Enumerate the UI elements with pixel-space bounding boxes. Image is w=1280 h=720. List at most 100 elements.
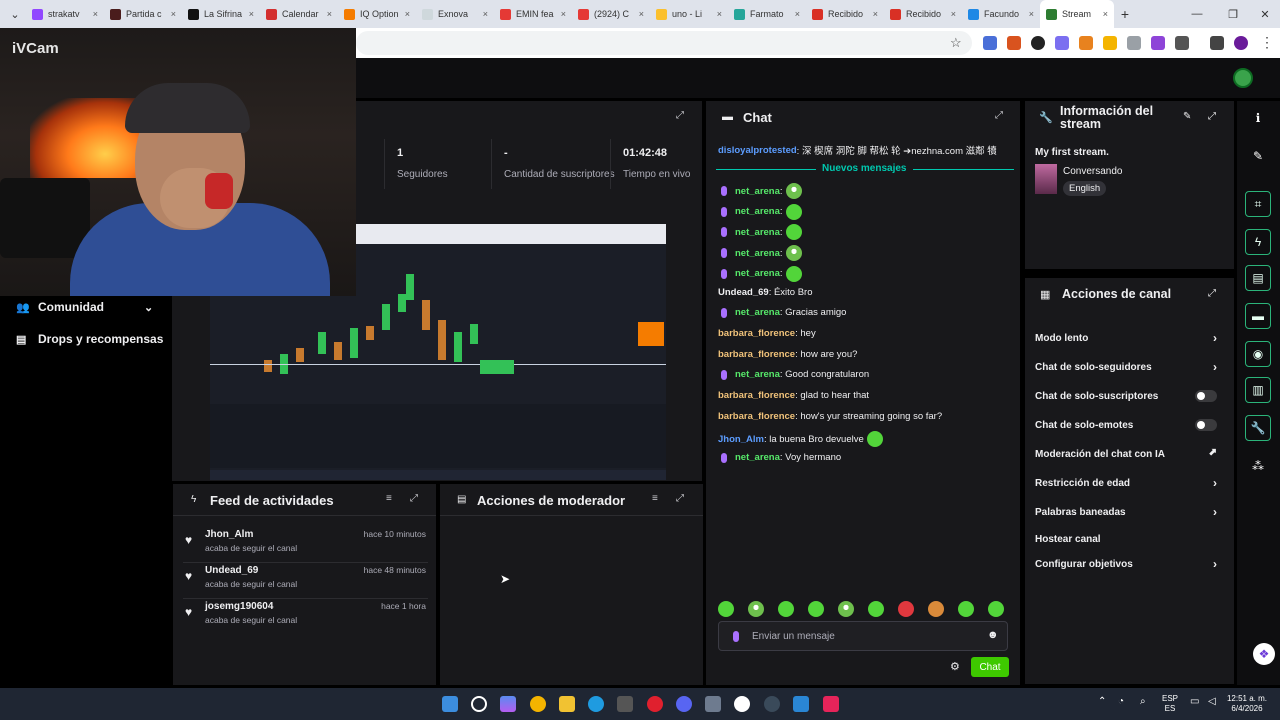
chat-username[interactable]: net_arena	[735, 307, 780, 318]
new-tab-button[interactable]: +	[1114, 6, 1136, 22]
chat-settings-gear-icon[interactable]: ⚙	[950, 660, 960, 673]
tab-close-icon[interactable]: ×	[171, 9, 176, 19]
tab-close-icon[interactable]: ×	[639, 9, 644, 19]
popout-icon[interactable]: ⤢	[676, 493, 688, 505]
lightning-icon[interactable]: ϟ	[1245, 229, 1271, 255]
browser-tab[interactable]: uno - Li ×	[650, 0, 728, 28]
edit-pencil-icon[interactable]: ✎	[1245, 143, 1271, 169]
browser-tab[interactable]: (2924) C ×	[572, 0, 650, 28]
tiktok-icon[interactable]	[823, 696, 839, 712]
feed-item[interactable]: ♥ Jhon_Alm acaba de seguir el canal hace 10…	[183, 527, 428, 563]
chat-emote[interactable]	[785, 224, 802, 241]
browser-tab[interactable]: Farmato ×	[728, 0, 806, 28]
browser-tab[interactable]: Stream ×	[1040, 0, 1114, 28]
tab-close-icon[interactable]: ×	[795, 9, 800, 19]
popout-icon[interactable]: ⤢	[995, 110, 1007, 122]
close-window-button[interactable]: ✕	[1248, 0, 1280, 28]
copilot-icon[interactable]	[500, 696, 516, 712]
chat-username[interactable]: disloyalprotested	[718, 145, 797, 156]
popout-icon[interactable]: ⤢	[410, 493, 422, 505]
chat-emote[interactable]	[785, 183, 802, 199]
chat-icon[interactable]: ▬	[1245, 303, 1271, 329]
chat-username[interactable]: net_arena	[735, 452, 780, 463]
chat-username[interactable]: barbara_florence	[718, 349, 795, 360]
shield-icon[interactable]	[1127, 36, 1141, 50]
tab-close-icon[interactable]: ×	[1029, 9, 1034, 19]
extension-icon[interactable]	[1007, 36, 1021, 50]
emote-button[interactable]	[778, 601, 794, 617]
chat-username[interactable]: barbara_florence	[718, 328, 795, 339]
tab-close-icon[interactable]: ×	[249, 9, 254, 19]
monitor-icon[interactable]: ▭	[1190, 696, 1199, 707]
emote-button[interactable]	[808, 601, 824, 617]
tab-search-icon[interactable]: ⌄	[4, 3, 26, 25]
app-icon[interactable]	[793, 696, 809, 712]
folder-icon[interactable]	[559, 696, 575, 712]
emote-button[interactable]	[928, 601, 944, 617]
app-icon[interactable]	[764, 696, 780, 712]
filter-icon[interactable]: ≡	[386, 493, 398, 505]
emote-button[interactable]	[958, 601, 974, 617]
tab-close-icon[interactable]: ×	[873, 9, 878, 19]
tab-close-icon[interactable]: ×	[405, 9, 410, 19]
chevron-up-icon[interactable]: ⌃	[1098, 696, 1106, 707]
microphone-icon[interactable]: ⌕	[1140, 696, 1146, 707]
edge-icon[interactable]	[588, 696, 604, 712]
chat-username[interactable]: net_arena	[735, 227, 780, 238]
nav-item-drops[interactable]: ▤ Drops y recompensas	[16, 332, 163, 346]
calculator-icon[interactable]	[705, 696, 721, 712]
emote-button[interactable]	[748, 601, 764, 617]
bookmark-star-icon[interactable]: ☆	[950, 35, 962, 51]
filter-icon[interactable]: ≡	[652, 493, 664, 505]
popout-icon[interactable]: ⤢	[1208, 288, 1216, 299]
emote-button[interactable]	[898, 601, 914, 617]
chat-username[interactable]: net_arena	[735, 268, 780, 279]
browser-tab[interactable]: Recibido ×	[806, 0, 884, 28]
search-icon[interactable]	[471, 696, 487, 712]
layout-icon[interactable]: ▥	[1245, 377, 1271, 403]
chat-username[interactable]: net_arena	[735, 248, 780, 259]
tab-close-icon[interactable]: ×	[561, 9, 566, 19]
chat-username[interactable]: barbara_florence	[718, 390, 795, 401]
browser-tab[interactable]: Partida c ×	[104, 0, 182, 28]
browser-tab[interactable]: La Sifrina ×	[182, 0, 260, 28]
channel-action-row[interactable]: Modo lento ›	[1035, 331, 1225, 345]
more-menu-icon[interactable]: ⋮	[1260, 34, 1274, 51]
edit-pencil-icon[interactable]: ✎	[1183, 111, 1191, 122]
obs-icon[interactable]	[734, 696, 750, 712]
minimize-button[interactable]: —	[1180, 0, 1214, 28]
browser-tab[interactable]: EMIN fea ×	[494, 0, 572, 28]
channel-action-row[interactable]: Hostear canal	[1035, 534, 1225, 545]
channel-action-row[interactable]: Chat de solo-seguidores ›	[1035, 360, 1225, 374]
opera-icon[interactable]	[647, 696, 663, 712]
metamask-icon[interactable]	[1079, 36, 1093, 50]
chat-input[interactable]: Enviar un mensaje ☻	[718, 621, 1008, 651]
broadcast-icon[interactable]: ◉	[1245, 341, 1271, 367]
translate-extension-icon[interactable]	[983, 36, 997, 50]
puzzle-icon[interactable]	[1175, 36, 1189, 50]
reading-list-icon[interactable]	[1210, 36, 1224, 50]
emote-button[interactable]	[718, 601, 734, 617]
chat-username[interactable]: net_arena	[735, 369, 780, 380]
chrome-icon[interactable]	[530, 696, 546, 712]
chat-send-button[interactable]: Chat	[971, 657, 1009, 677]
nav-item-comunidad[interactable]: 👥 Comunidad ⌄	[16, 300, 153, 314]
toggle-switch[interactable]	[1195, 390, 1217, 402]
browser-tab[interactable]: Recibido ×	[884, 0, 962, 28]
discord-icon[interactable]	[676, 696, 692, 712]
restore-button[interactable]: ❐	[1216, 0, 1250, 28]
chat-username[interactable]: Undead_69	[718, 287, 769, 298]
tab-close-icon[interactable]: ×	[327, 9, 332, 19]
extensions-icon[interactable]: ⁂	[1245, 453, 1271, 479]
document-icon[interactable]: ▤	[1245, 265, 1271, 291]
toggle-switch[interactable]	[1195, 419, 1217, 431]
chat-username[interactable]: net_arena	[735, 206, 780, 217]
speaker-icon[interactable]: ◁	[1208, 696, 1216, 707]
chat-emote[interactable]	[785, 245, 802, 262]
channel-action-row[interactable]: Chat de solo-emotes	[1035, 419, 1225, 431]
browser-tab[interactable]: strakatv ×	[26, 0, 104, 28]
channel-action-row[interactable]: Configurar objetivos ›	[1035, 557, 1225, 571]
user-avatar[interactable]	[1233, 68, 1253, 88]
tab-close-icon[interactable]: ×	[1103, 9, 1108, 19]
chat-username[interactable]: Jhon_Alm	[718, 434, 764, 445]
